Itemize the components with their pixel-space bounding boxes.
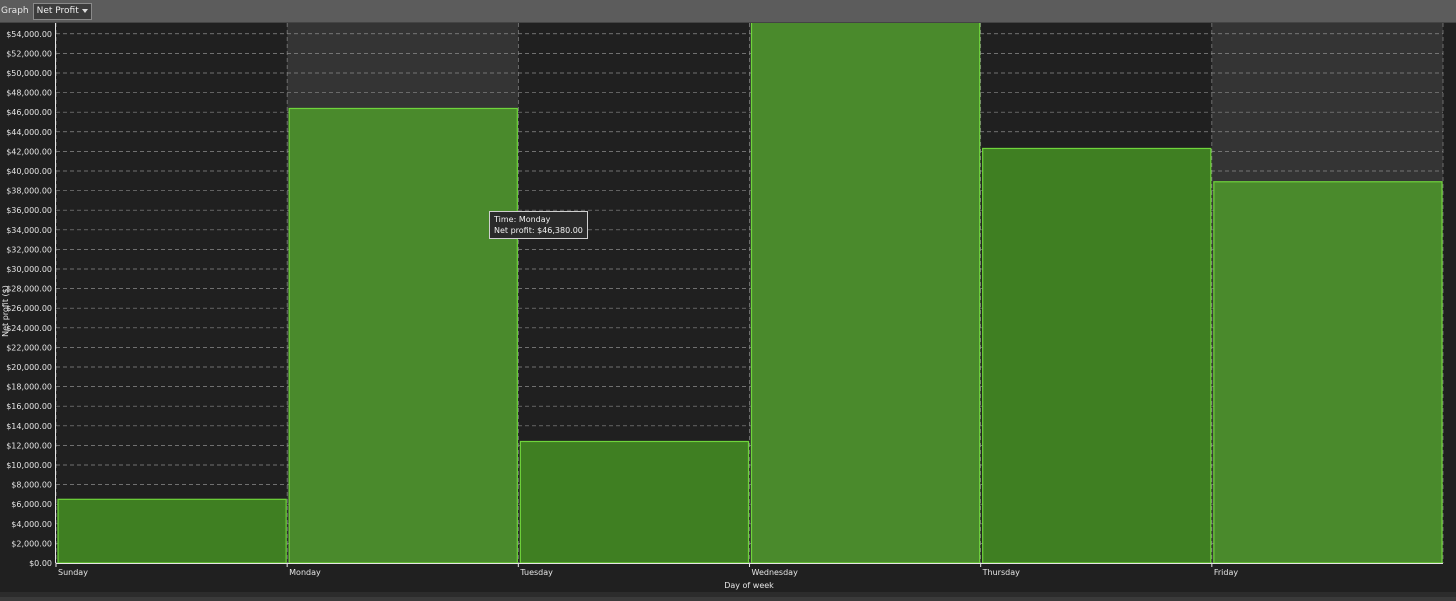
y-tick-label: $34,000.00 (6, 226, 52, 235)
x-tick-label: Monday (289, 568, 321, 577)
x-tick-label: Friday (1214, 568, 1239, 577)
y-tick-label: $28,000.00 (6, 285, 52, 294)
y-tick-label: $2,000.00 (11, 539, 52, 548)
chart-area[interactable]: $0.00 $2,000.00 $4,000.00 $6,000.00 $8,000.0… (0, 16, 1456, 597)
x-tick-label: Wednesday (752, 568, 799, 577)
y-tick-label: $42,000.00 (6, 147, 52, 156)
bar-friday[interactable] (1213, 181, 1443, 564)
y-tick-label: $36,000.00 (6, 206, 52, 215)
bottom-strip (0, 592, 1456, 597)
y-tick-label: $8,000.00 (11, 481, 52, 490)
x-tick-label: Thursday (982, 568, 1020, 577)
y-tick-label: $44,000.00 (6, 128, 52, 137)
y-tick-label: $54,000.00 (6, 30, 52, 39)
y-tick-label: $24,000.00 (6, 324, 52, 333)
x-axis-title: Day of week (724, 581, 774, 590)
y-tick-label: $48,000.00 (6, 89, 52, 98)
bar-monday[interactable] (288, 107, 518, 564)
y-tick-label: $30,000.00 (6, 265, 52, 274)
chevron-down-icon (81, 9, 88, 13)
graph-label: Graph (1, 6, 29, 16)
y-tick-label: $50,000.00 (6, 69, 52, 78)
y-tick-label: $6,000.00 (11, 500, 52, 509)
tooltip-line-time: Time: Monday (494, 215, 551, 224)
y-tick-label: $38,000.00 (6, 187, 52, 196)
tooltip-line-profit: Net profit: $46,380.00 (494, 226, 583, 235)
toolbar: Graph Net Profit (0, 0, 1456, 23)
bar-tuesday[interactable] (519, 440, 750, 564)
y-tick-label: $12,000.00 (6, 441, 52, 450)
y-tick-label: $26,000.00 (6, 304, 52, 313)
y-tick-label: $52,000.00 (6, 49, 52, 58)
x-tick-label: Sunday (58, 568, 88, 577)
net-profit-chart[interactable]: $0.00 $2,000.00 $4,000.00 $6,000.00 $8,000.0… (0, 16, 1456, 597)
y-axis-title: Net profit ($) (1, 285, 10, 337)
graph-select[interactable]: Net Profit (32, 2, 92, 20)
x-tick-label: Tuesday (519, 568, 553, 577)
graph-select-value: Net Profit (36, 6, 79, 16)
y-tick-label: $18,000.00 (6, 383, 52, 392)
y-tick-label: $20,000.00 (6, 363, 52, 372)
bar-tooltip: Time: Monday Net profit: $46,380.00 (489, 211, 588, 239)
y-tick-label: $22,000.00 (6, 343, 52, 352)
y-tick-label: $10,000.00 (6, 461, 52, 470)
bar-sunday[interactable] (57, 498, 287, 564)
y-tick-label: $0.00 (29, 559, 52, 568)
y-tick-label: $40,000.00 (6, 167, 52, 176)
y-tick-label: $46,000.00 (6, 108, 52, 117)
y-tick-label: $32,000.00 (6, 245, 52, 254)
y-tick-label: $14,000.00 (6, 422, 52, 431)
y-tick-label: $4,000.00 (11, 520, 52, 529)
bar-wednesday[interactable] (750, 16, 981, 564)
y-tick-label: $16,000.00 (6, 402, 52, 411)
bar-thursday[interactable] (982, 147, 1212, 564)
